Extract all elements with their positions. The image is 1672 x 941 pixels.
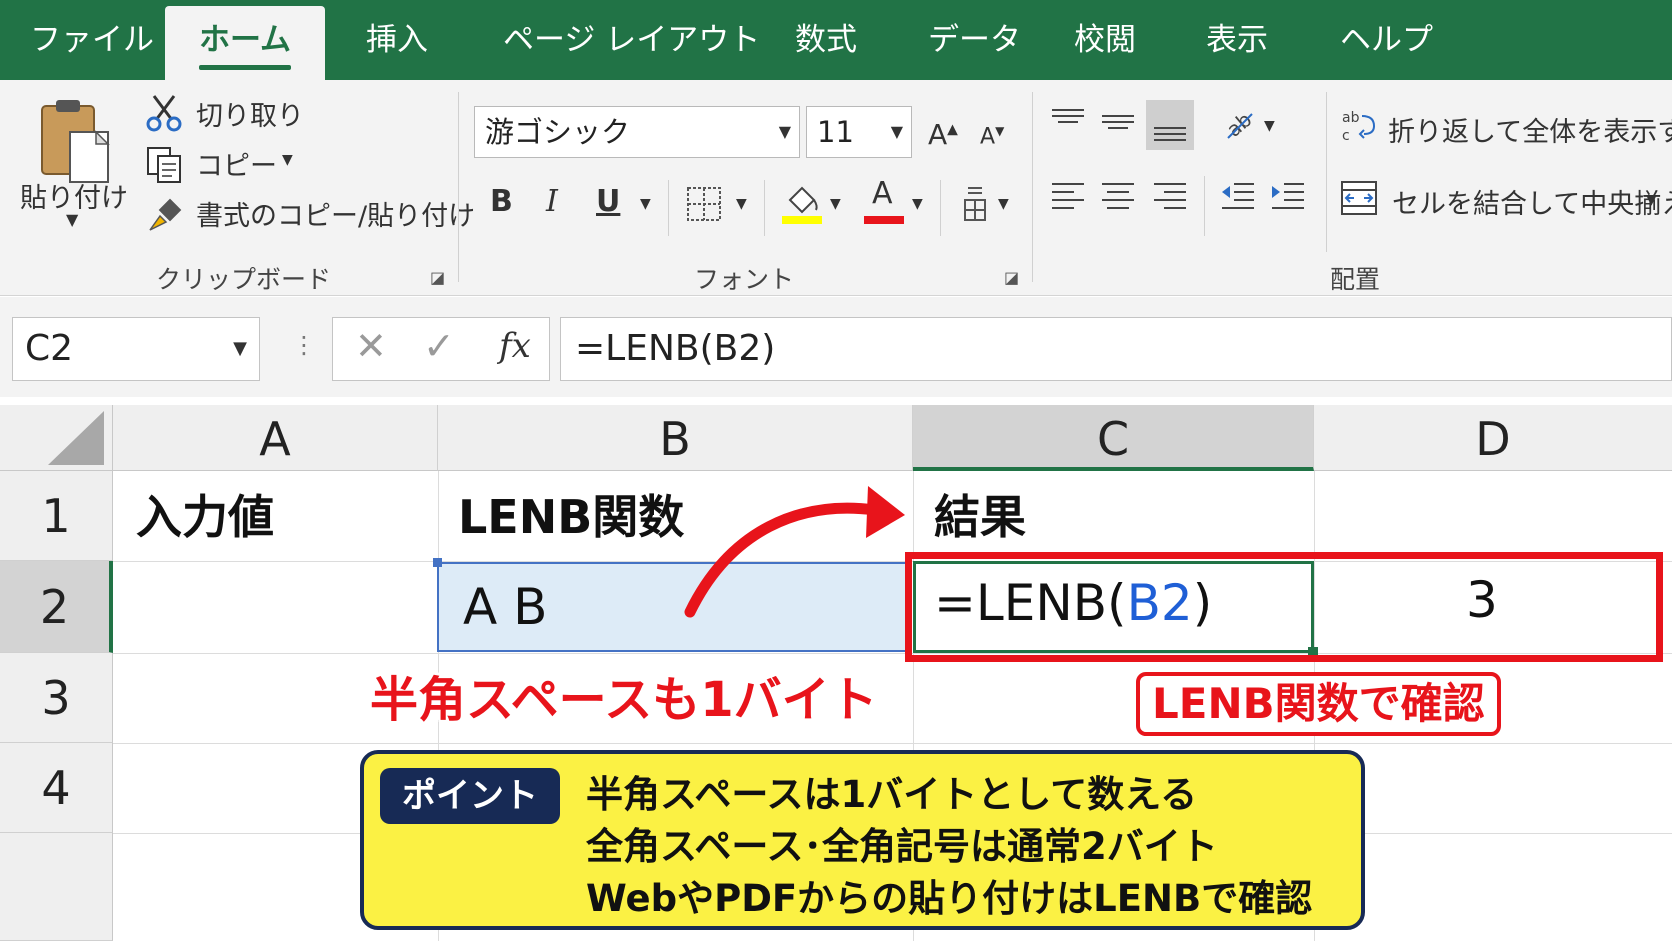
point-callout: ポイント 半角スペースは1バイトとして数える 全角スペース･全角記号は通常2バイ… — [360, 750, 1365, 930]
point-line-3: WebやPDFからの貼り付けはLENBで確認 — [586, 877, 1313, 920]
half-width-space-annotation: 半角スペースも1バイト — [370, 672, 878, 728]
point-badge: ポイント — [380, 768, 560, 824]
point-line-1: 半角スペースは1バイトとして数える — [586, 773, 1198, 816]
point-line-2: 全角スペース･全角記号は通常2バイト — [586, 825, 1218, 868]
lenb-check-annotation: LENB関数で確認 — [1136, 672, 1501, 736]
result-highlight-box — [905, 552, 1663, 662]
